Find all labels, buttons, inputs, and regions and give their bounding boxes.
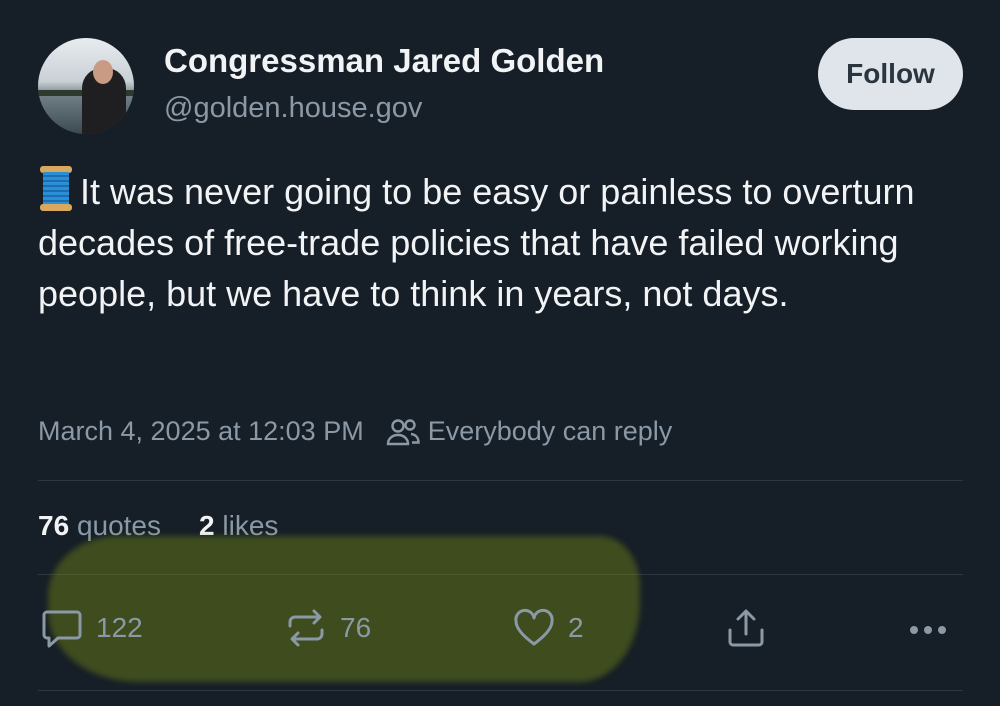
- avatar-face: [93, 60, 113, 84]
- reply-setting[interactable]: Everybody can reply: [428, 416, 673, 447]
- repost-icon: [284, 606, 328, 650]
- reply-button[interactable]: 122: [40, 606, 143, 650]
- heart-icon: [512, 606, 556, 650]
- quotes-count: 76: [38, 510, 70, 541]
- people-icon: [386, 417, 420, 447]
- ellipsis-icon: [906, 606, 950, 650]
- post-text: It was never going to be easy or painles…: [38, 171, 915, 314]
- speech-bubble-icon: [40, 606, 84, 650]
- divider: [38, 690, 963, 691]
- divider: [38, 480, 963, 481]
- post-meta: March 4, 2025 at 12:03 PM Everybody can …: [38, 416, 672, 447]
- post-body: It was never going to be easy or painles…: [38, 166, 968, 319]
- more-options-button[interactable]: [906, 606, 950, 650]
- follow-button[interactable]: Follow: [818, 38, 963, 110]
- repost-button[interactable]: 76: [284, 606, 371, 650]
- share-icon: [724, 606, 768, 650]
- like-count: 2: [568, 612, 584, 643]
- repost-count: 76: [340, 612, 372, 643]
- post-timestamp[interactable]: March 4, 2025 at 12:03 PM: [38, 416, 364, 447]
- reply-count: 122: [96, 612, 143, 643]
- spool-of-thread-icon: [38, 166, 74, 212]
- share-button[interactable]: [724, 606, 768, 650]
- action-bar: 122 76 2: [0, 606, 1000, 656]
- like-button[interactable]: 2: [512, 606, 584, 650]
- author-name[interactable]: Congressman Jared Golden: [164, 42, 604, 80]
- author-avatar[interactable]: [38, 38, 134, 134]
- author-handle[interactable]: @golden.house.gov: [164, 92, 422, 125]
